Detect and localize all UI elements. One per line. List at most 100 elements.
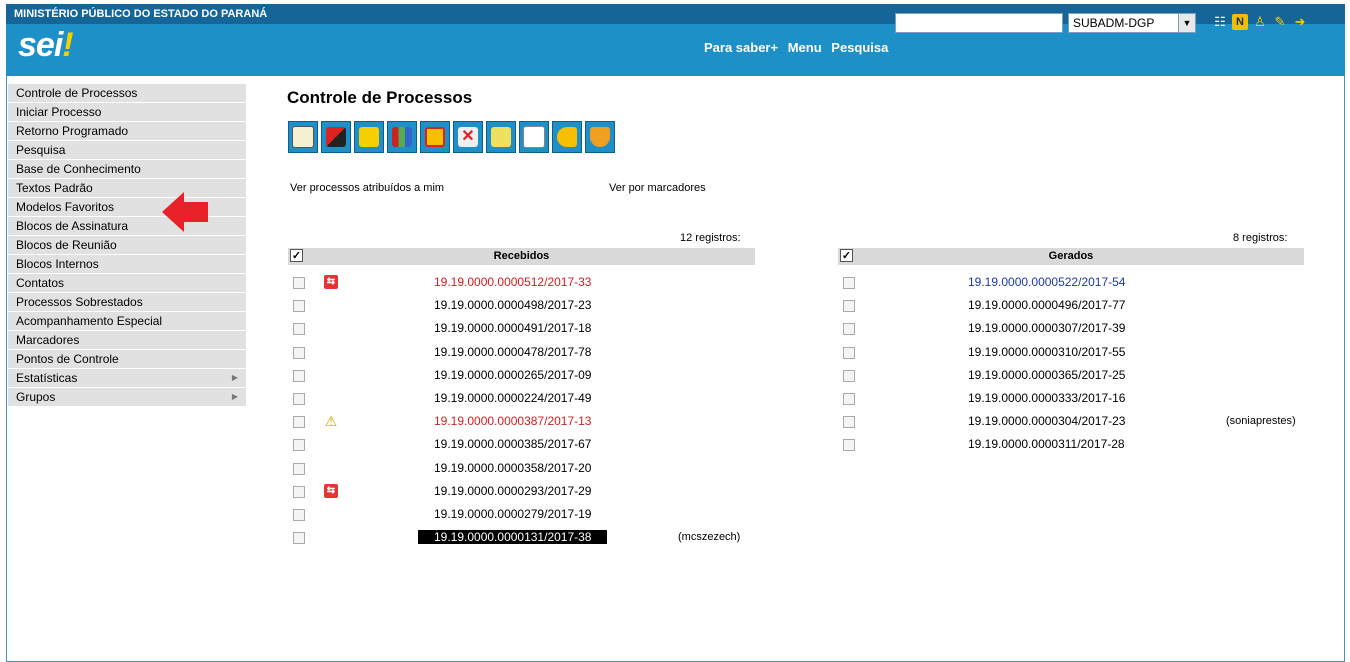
row-checkbox[interactable] [293,346,305,359]
process-number-link[interactable]: 19.19.0000.0000265/2017-09 [434,368,591,382]
table-row: 19.19.0000.0000496/2017-77 [838,297,1308,320]
row-checkbox[interactable] [843,439,855,452]
row-checkbox[interactable] [293,485,305,498]
row-checkbox[interactable] [293,300,305,313]
shield-icon[interactable] [585,121,615,153]
row-checkbox[interactable] [293,532,305,545]
process-number-link[interactable]: 19.19.0000.0000358/2017-20 [434,461,591,475]
row-checkbox[interactable] [293,277,305,289]
process-number-link[interactable]: 19.19.0000.0000307/2017-39 [968,321,1125,335]
process-number-link[interactable]: 19.19.0000.0000387/2017-13 [434,414,591,428]
menu-item[interactable]: Estatísticas ▶ [8,369,246,388]
menu-item[interactable]: Modelos Favoritos [8,198,246,217]
process-number-link[interactable]: 19.19.0000.0000310/2017-55 [968,345,1125,359]
menu-item[interactable]: Blocos de Assinatura [8,217,246,236]
pause-icon[interactable] [420,121,450,153]
transfer-icon[interactable]: ⇆ [324,483,338,498]
notes-n-icon[interactable]: N [1232,14,1248,30]
process-number-link[interactable]: 19.19.0000.0000385/2017-67 [434,437,591,451]
chevron-right-icon: ▶ [231,373,238,382]
table-row: 19.19.0000.0000522/2017-54 [838,274,1308,297]
process-number-link[interactable]: 19.19.0000.0000478/2017-78 [434,345,591,359]
main-menu: Controle de Processos Iniciar Processo Ret… [8,84,246,407]
new-document-icon[interactable] [519,121,549,153]
menu-item[interactable]: Textos Padrão [8,179,246,198]
process-number-link[interactable]: 19.19.0000.0000498/2017-23 [434,298,591,312]
menu-item-label: Pesquisa [16,143,66,157]
process-number-link[interactable]: 19.19.0000.0000224/2017-49 [434,391,591,405]
send-process-icon[interactable] [321,121,351,153]
row-checkbox[interactable] [843,369,855,382]
row-checkbox[interactable] [843,277,855,289]
menu-item[interactable]: Retorno Programado [8,122,246,141]
table-row: 19.19.0000.0000304/2017-23 (soniaprestes) [838,413,1308,436]
process-number-link[interactable]: 19.19.0000.0000293/2017-29 [434,484,591,498]
menu-item[interactable]: Controle de Processos [8,84,246,103]
table-row: 19.19.0000.0000365/2017-25 [838,367,1308,390]
assign-person-icon[interactable] [354,121,384,153]
process-number-link[interactable]: 19.19.0000.0000304/2017-23 [968,414,1125,428]
exit-icon[interactable]: ➜ [1292,14,1308,30]
link-assigned-to-me[interactable]: Ver processos atribuídos a mim [290,182,444,194]
table-row: 19.19.0000.0000265/2017-09 [288,367,758,390]
transfer-icon[interactable]: ⇆ [324,275,338,289]
process-number-link[interactable]: 19.19.0000.0000311/2017-28 [968,437,1125,451]
row-checkbox[interactable] [843,346,855,359]
row-checkbox[interactable] [293,393,305,405]
unit-select-value: SUBADM-DGP [1073,16,1155,30]
table-row: ⇆ 19.19.0000.0000293/2017-29 [288,483,758,506]
menu-item[interactable]: Contatos [8,274,246,293]
row-checkbox[interactable] [293,369,305,382]
link-menu[interactable]: Menu [788,40,822,55]
logo-bang: ! [62,26,73,64]
process-number-link[interactable]: 19.19.0000.0000496/2017-77 [968,298,1125,312]
remove-x-icon[interactable]: ✕ [453,121,483,153]
process-number-link[interactable]: 19.19.0000.0000365/2017-25 [968,368,1125,382]
menu-item[interactable]: Marcadores [8,331,246,350]
notes-icon[interactable] [486,121,516,153]
row-checkbox[interactable] [843,393,855,405]
user-icon[interactable]: ♙ [1252,14,1268,30]
link-pesquisa[interactable]: Pesquisa [831,40,888,55]
chevron-down-icon[interactable]: ▼ [1178,14,1195,32]
envelope-doc-icon[interactable] [288,121,318,153]
process-number-link[interactable]: 19.19.0000.0000522/2017-54 [968,275,1125,289]
menu-item-label: Pontos de Controle [16,352,119,366]
menu-item[interactable]: Processos Sobrestados [8,293,246,312]
wrench-icon[interactable]: ✎ [1272,14,1288,30]
table-row: ⇆ 19.19.0000.0000512/2017-33 [288,274,758,297]
assigned-user[interactable]: (soniaprestes) [1226,415,1296,427]
menu-item[interactable]: Grupos ▶ [8,388,246,407]
sei-logo[interactable]: sei! [18,26,74,65]
menu-item[interactable]: Acompanhamento Especial [8,312,246,331]
books-icon[interactable] [387,121,417,153]
row-checkbox[interactable] [843,416,855,429]
row-checkbox[interactable] [843,300,855,313]
link-para-saber[interactable]: Para saber+ [704,40,778,55]
process-number-link[interactable]: 19.19.0000.0000512/2017-33 [434,275,591,289]
menu-item[interactable]: Base de Conhecimento [8,160,246,179]
search-input[interactable] [895,13,1063,33]
row-checkbox[interactable] [843,323,855,336]
menu-item[interactable]: Pesquisa [8,141,246,160]
tag-icon[interactable] [552,121,582,153]
unit-select[interactable]: SUBADM-DGP ▼ [1068,13,1196,33]
process-number-link[interactable]: 19.19.0000.0000131/2017-38 [418,530,608,545]
warning-icon[interactable]: ⚠ [324,414,338,428]
menu-item[interactable]: Blocos de Reunião [8,236,246,255]
row-checkbox[interactable] [293,416,305,429]
row-checkbox[interactable] [293,323,305,336]
row-checkbox[interactable] [293,439,305,452]
menu-item[interactable]: Iniciar Processo [8,103,246,122]
menu-item[interactable]: Pontos de Controle [8,350,246,369]
menu-item-label: Acompanhamento Especial [16,314,163,328]
process-number-link[interactable]: 19.19.0000.0000279/2017-19 [434,507,591,521]
process-number-link[interactable]: 19.19.0000.0000491/2017-18 [434,321,591,335]
link-by-markers[interactable]: Ver por marcadores [609,182,706,194]
row-checkbox[interactable] [293,509,305,521]
list-icon[interactable]: ☷ [1212,14,1228,30]
assigned-user[interactable]: (mcszezech) [678,531,740,543]
row-checkbox[interactable] [293,462,305,475]
menu-item[interactable]: Blocos Internos [8,255,246,274]
process-number-link[interactable]: 19.19.0000.0000333/2017-16 [968,391,1125,405]
